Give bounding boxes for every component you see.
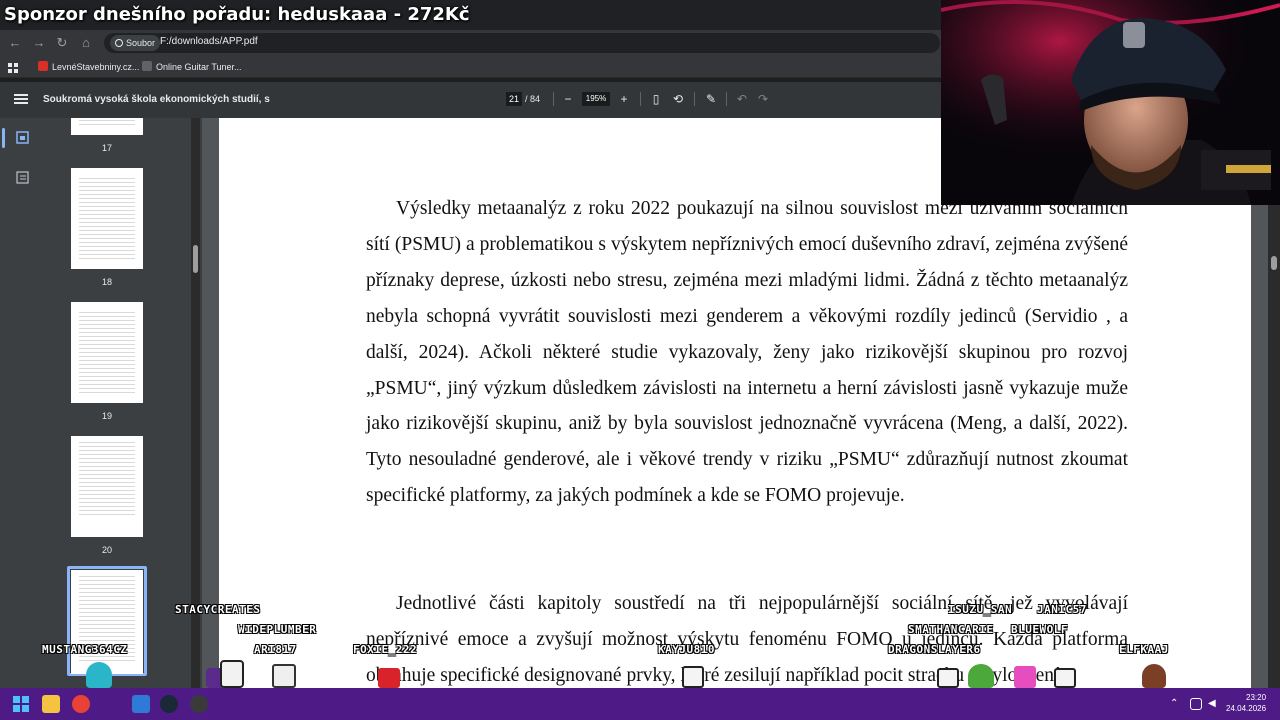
chat-username: ARI817 [254,643,297,656]
chat-username: STACYCREATES [175,603,261,616]
thumbnails-view-icon[interactable] [16,131,29,144]
annotate-icon[interactable]: ✎ [703,91,719,107]
page-thumbnail[interactable] [71,302,143,403]
chat-username: WIDEPLUMBER [238,623,317,636]
bookmark-item[interactable]: LevnéStavebniny.cz... [38,60,139,74]
thumbnail-scrollbar-handle[interactable] [193,245,198,273]
chat-avatar [1014,666,1036,688]
site-info-label: Soubor [126,38,156,48]
volume-icon[interactable]: ◀ [1208,698,1220,710]
stream-sponsor-title: Sponzor dnešního pořadu: heduskaaa - 272… [4,4,470,25]
zoom-in-icon[interactable]: + [616,91,632,107]
pdf-sidebar-rail [0,118,46,688]
bookmark-item[interactable]: Online Guitar Tuner... [142,60,242,74]
zoom-level-input[interactable]: 195% [582,92,610,106]
bookmark-label: Online Guitar Tuner... [156,62,242,72]
file-explorer-icon[interactable] [42,695,60,713]
bookmark-favicon-icon [142,61,152,71]
webcam-image [941,0,1280,205]
back-icon[interactable]: ← [6,34,24,52]
chat-username: ELFKAAJ [1119,643,1169,656]
menu-icon[interactable] [14,92,28,106]
pdf-document-title: Soukromá vysoká škola ekonomických studi… [43,94,270,105]
apps-grid-icon[interactable] [8,61,19,73]
toolbar-divider [553,92,554,106]
chat-username: ISUZU_SAN [948,603,1013,616]
reload-icon[interactable]: ↻ [53,34,71,52]
thumbnail-page-number: 19 [101,411,112,421]
info-icon [115,39,123,47]
paragraph: Výsledky metaanalýz z roku 2022 poukazuj… [366,198,1128,507]
thumbnail-page-number: 17 [101,143,112,153]
clock-date: 24.04.2026 [1226,704,1267,713]
chat-avatar [937,668,959,688]
chat-username: BLUEWOLF [1011,623,1068,636]
chat-avatar [378,668,400,688]
chat-avatar [220,660,244,688]
bookmark-label: LevnéStavebniny.cz... [52,62,140,72]
chat-avatar [1054,668,1076,688]
forward-icon[interactable]: → [30,34,48,52]
chat-avatar [272,664,296,688]
chat-username: JANIC57 [1037,603,1087,616]
site-info-chip[interactable]: Soubor [110,35,161,51]
clock-time: 23:20 [1246,693,1267,702]
chat-avatar [1142,664,1166,688]
page-number-input[interactable]: 21 [506,92,522,106]
webcam-feed [941,0,1280,205]
app-icon[interactable] [132,695,150,713]
chat-username: FOXIE_222 [353,643,418,656]
steam-icon[interactable] [160,695,178,713]
fit-page-icon[interactable]: ▯ [648,91,664,107]
active-indicator [2,128,5,148]
url-text[interactable]: F:/downloads/APP.pdf [160,36,258,47]
chat-username: DRAGONSLAYER6 [888,643,981,656]
page-thumbnail[interactable] [71,168,143,269]
network-icon[interactable] [1190,698,1202,710]
page-thumbnail[interactable] [71,118,143,135]
chat-avatar [682,666,704,688]
undo-icon[interactable]: ↶ [734,91,750,107]
bookmark-favicon-icon [38,61,48,71]
toolbar-divider [640,92,641,106]
chat-username: KAYJU810 [658,643,715,656]
obs-icon[interactable] [190,695,208,713]
page-total: / 84 [525,94,541,104]
page-thumbnail-current[interactable] [71,570,143,674]
toolbar-divider [694,92,695,106]
document-scrollbar-handle[interactable] [1271,256,1277,270]
chat-username: SMATHANCARIE [908,623,994,636]
thumbnail-page-number: 20 [101,545,112,555]
chat-avatar [968,664,994,688]
chat-username: MUSTANG364CZ [42,643,128,656]
start-windows-icon[interactable] [12,695,30,713]
outline-view-icon[interactable] [16,171,29,184]
home-icon[interactable]: ⌂ [77,34,95,52]
rotate-icon[interactable]: ⟲ [670,91,686,107]
zoom-out-icon[interactable]: − [560,91,576,107]
chrome-icon[interactable] [72,695,90,713]
thumbnail-page-number: 18 [101,277,112,287]
toolbar-divider [726,92,727,106]
redo-icon[interactable]: ↷ [755,91,771,107]
system-tray-chevron-icon[interactable]: ⌃ [1170,698,1182,710]
chat-avatar [86,662,112,688]
taskbar-clock[interactable]: 23:20 24.04.2026 [1226,692,1266,714]
page-thumbnail[interactable] [71,436,143,537]
